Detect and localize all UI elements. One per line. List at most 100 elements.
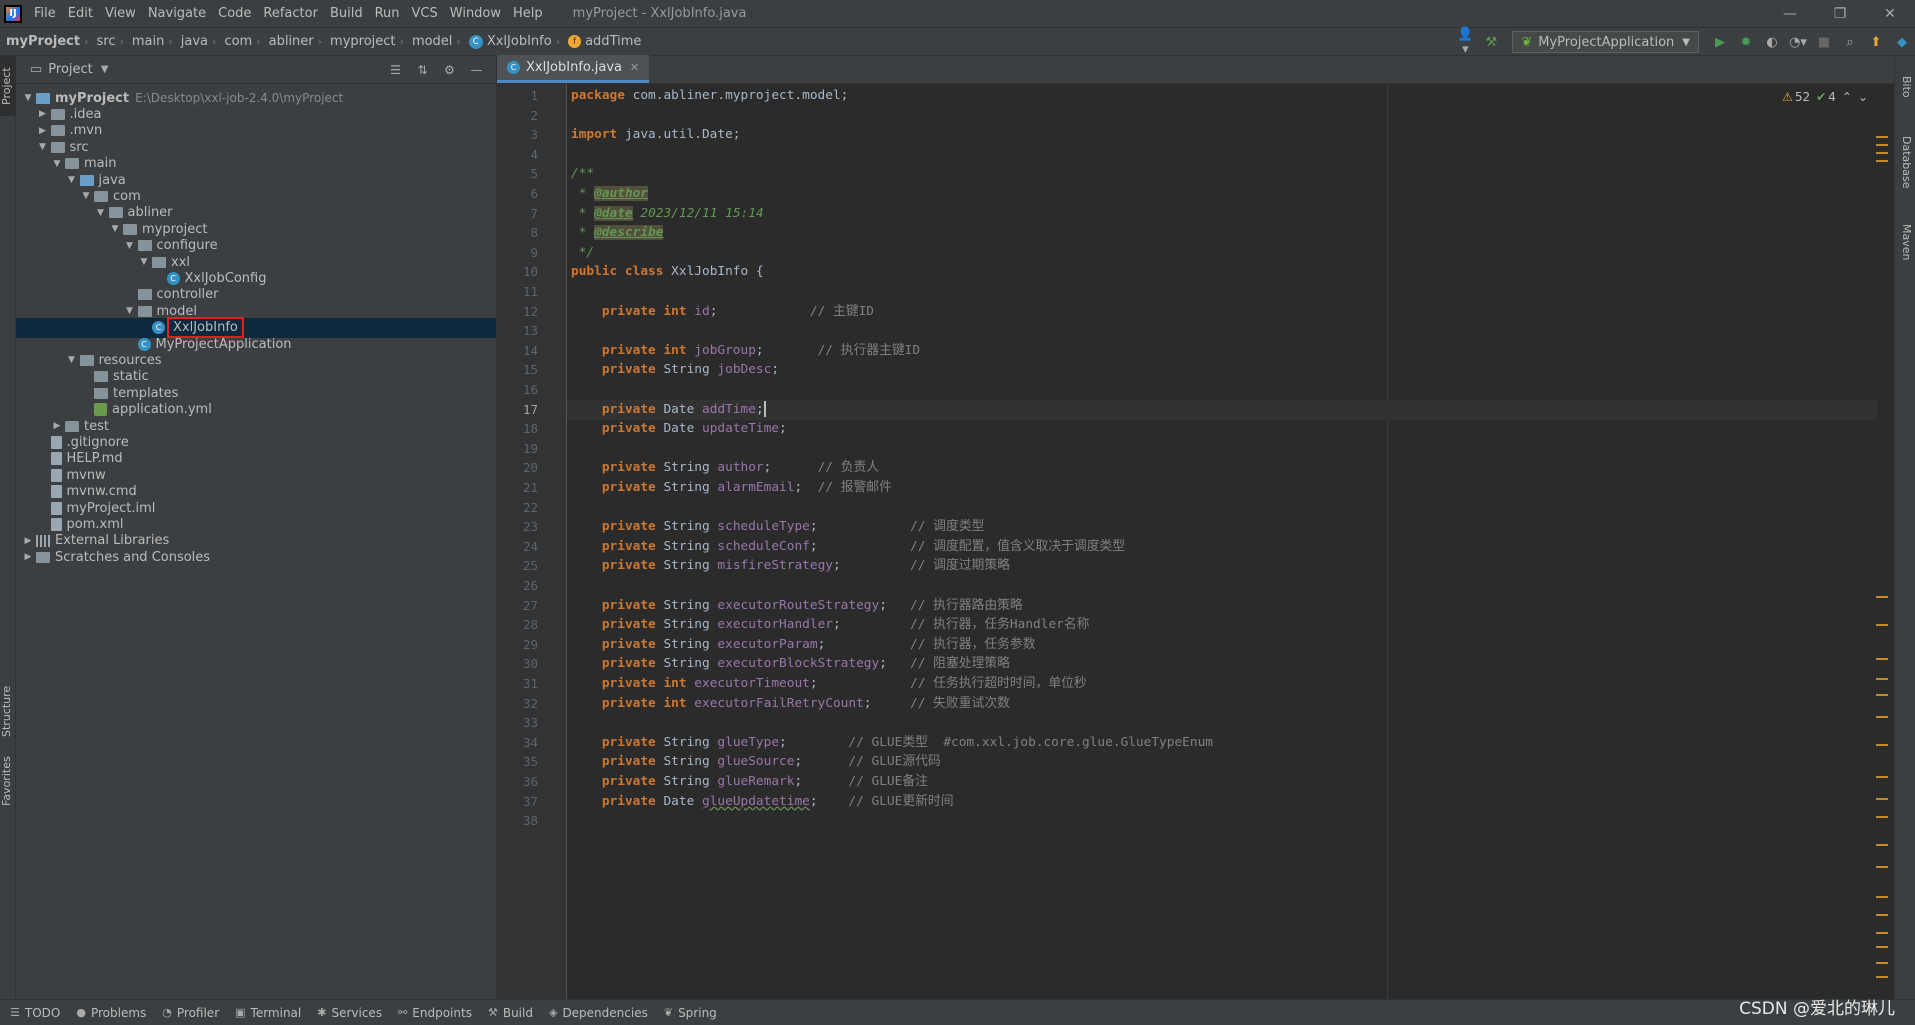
coverage-icon[interactable]: ◐: [1761, 35, 1783, 50]
run-icon[interactable]: ▶: [1709, 35, 1731, 50]
restore-icon[interactable]: ❐: [1815, 6, 1865, 22]
tab-xxljobinfo[interactable]: C XxlJobInfo.java ✕: [497, 55, 650, 83]
warning-marker[interactable]: [1876, 144, 1888, 146]
warning-marker[interactable]: [1876, 136, 1888, 138]
breadcrumb-item[interactable]: java: [181, 34, 208, 49]
debug-icon[interactable]: ✹: [1735, 35, 1757, 50]
menu-help[interactable]: Help: [507, 0, 549, 28]
menu-file[interactable]: File: [28, 0, 62, 28]
chevron-up-icon[interactable]: ⌃: [1842, 90, 1852, 104]
breadcrumb-item[interactable]: model: [412, 34, 452, 49]
warning-marker[interactable]: [1876, 962, 1888, 964]
code-line[interactable]: private int executorFailRetryCount; // 失…: [567, 694, 1877, 714]
breadcrumb-item[interactable]: com: [224, 34, 252, 49]
code-line[interactable]: private int id; // 主键ID: [567, 302, 1877, 322]
code-line[interactable]: private String executorParam; // 执行器，任务参…: [567, 635, 1877, 655]
code-line[interactable]: private Date updateTime;: [567, 419, 1877, 439]
code-area[interactable]: package com.abliner.myproject.model; impo…: [567, 84, 1877, 999]
warning-marker[interactable]: [1876, 932, 1888, 934]
chevron-down-icon[interactable]: ⌄: [1858, 90, 1868, 104]
code-line[interactable]: [567, 145, 1877, 165]
code-line[interactable]: private String glueRemark; // GLUE备注: [567, 772, 1877, 792]
close-icon[interactable]: ✕: [630, 61, 639, 74]
warning-marker[interactable]: [1876, 946, 1888, 948]
code-line[interactable]: private Date glueUpdatetime; // GLUE更新时间: [567, 792, 1877, 812]
warning-marker[interactable]: [1876, 776, 1888, 778]
minimize-icon[interactable]: —: [1765, 6, 1815, 22]
menu-code[interactable]: Code: [212, 0, 257, 28]
breadcrumb-item[interactable]: main: [132, 34, 164, 49]
menu-vcs[interactable]: VCS: [406, 0, 444, 28]
code-line[interactable]: public class XxlJobInfo {: [567, 262, 1877, 282]
warning-marker[interactable]: [1876, 160, 1888, 162]
tool-tab-services[interactable]: ✱ Services: [317, 1006, 382, 1020]
chevron-down-icon[interactable]: ▼: [93, 208, 109, 218]
run-config-select[interactable]: ❦ MyProjectApplication ▼: [1512, 31, 1699, 53]
maven-tool-tab[interactable]: Maven: [1897, 212, 1913, 272]
code-line[interactable]: private String glueSource; // GLUE源代码: [567, 752, 1877, 772]
code-line[interactable]: private String alarmEmail; // 报警邮件: [567, 478, 1877, 498]
tool-tab-build[interactable]: ⚒ Build: [488, 1006, 533, 1020]
menu-refactor[interactable]: Refactor: [257, 0, 324, 28]
bito-tool-tab[interactable]: Bito: [1897, 62, 1913, 112]
tool-tab-problems[interactable]: ● Problems: [76, 1006, 146, 1020]
warning-marker[interactable]: [1876, 596, 1888, 598]
code-line[interactable]: [567, 576, 1877, 596]
project-tool-tab[interactable]: Project: [0, 56, 16, 116]
chevron-down-icon[interactable]: ▼: [49, 159, 65, 169]
code-line[interactable]: private String scheduleConf; // 调度配置，值含义…: [567, 537, 1877, 557]
menu-view[interactable]: View: [99, 0, 142, 28]
code-line[interactable]: [567, 498, 1877, 518]
code-line[interactable]: private String executorHandler; // 执行器，任…: [567, 615, 1877, 635]
plugin-icon[interactable]: ◆: [1891, 35, 1913, 50]
chevron-down-icon[interactable]: ▼: [20, 93, 36, 103]
project-panel-title[interactable]: Project: [48, 62, 92, 77]
hammer-build-icon[interactable]: ⚒: [1480, 35, 1502, 50]
warning-marker[interactable]: [1876, 744, 1888, 746]
chevron-down-icon[interactable]: ▼: [101, 64, 109, 75]
collapse-all-icon[interactable]: ⇅: [409, 63, 436, 77]
warning-marker[interactable]: [1876, 844, 1888, 846]
tool-tab-terminal[interactable]: ▣ Terminal: [235, 1006, 301, 1020]
code-line[interactable]: [567, 811, 1877, 831]
menu-build[interactable]: Build: [324, 0, 369, 28]
code-line[interactable]: private String misfireStrategy; // 调度过期策…: [567, 556, 1877, 576]
menu-run[interactable]: Run: [369, 0, 406, 28]
code-line[interactable]: private Date addTime;: [567, 399, 1877, 420]
stop-icon[interactable]: ■: [1813, 35, 1835, 50]
chevron-down-icon[interactable]: ▼: [35, 142, 51, 152]
menu-navigate[interactable]: Navigate: [142, 0, 212, 28]
code-line[interactable]: * @date 2023/12/11 15:14: [567, 204, 1877, 224]
favorites-tool-tab[interactable]: Favorites: [0, 746, 16, 816]
breadcrumb-item[interactable]: abliner: [269, 34, 314, 49]
chevron-down-icon[interactable]: ▼: [78, 191, 94, 201]
code-line[interactable]: private String jobDesc;: [567, 360, 1877, 380]
warning-marker[interactable]: [1876, 976, 1888, 978]
breadcrumb-item[interactable]: myproject: [330, 34, 395, 49]
code-line[interactable]: [567, 282, 1877, 302]
user-icon[interactable]: 👤▾: [1454, 27, 1476, 57]
inspection-indicators[interactable]: ⚠ 52 ✔ 4 ⌃ ⌄: [1782, 90, 1874, 104]
chevron-right-icon[interactable]: ▶: [20, 536, 36, 546]
database-tool-tab[interactable]: Database: [1897, 122, 1913, 202]
chevron-down-icon[interactable]: ▼: [136, 257, 152, 267]
menu-window[interactable]: Window: [444, 0, 507, 28]
code-line[interactable]: [567, 106, 1877, 126]
chevron-right-icon[interactable]: ▶: [49, 421, 65, 431]
warning-marker[interactable]: [1876, 914, 1888, 916]
chevron-right-icon[interactable]: ▶: [35, 126, 51, 136]
code-line[interactable]: private String executorBlockStrategy; //…: [567, 654, 1877, 674]
tool-tab-profiler[interactable]: ◔ Profiler: [162, 1006, 219, 1020]
warning-marker[interactable]: [1876, 678, 1888, 680]
gear-icon[interactable]: ⚙: [436, 63, 463, 77]
code-line[interactable]: private String executorRouteStrategy; //…: [567, 596, 1877, 616]
code-line[interactable]: private String author; // 负责人: [567, 458, 1877, 478]
warning-marker[interactable]: [1876, 798, 1888, 800]
warning-marker[interactable]: [1876, 152, 1888, 154]
profile-icon[interactable]: ◔▾: [1787, 35, 1809, 50]
code-line[interactable]: [567, 439, 1877, 459]
chevron-down-icon[interactable]: ▼: [122, 241, 138, 251]
expand-all-icon[interactable]: ☰: [382, 63, 409, 77]
code-line[interactable]: [567, 321, 1877, 341]
chevron-down-icon[interactable]: ▼: [122, 306, 138, 316]
